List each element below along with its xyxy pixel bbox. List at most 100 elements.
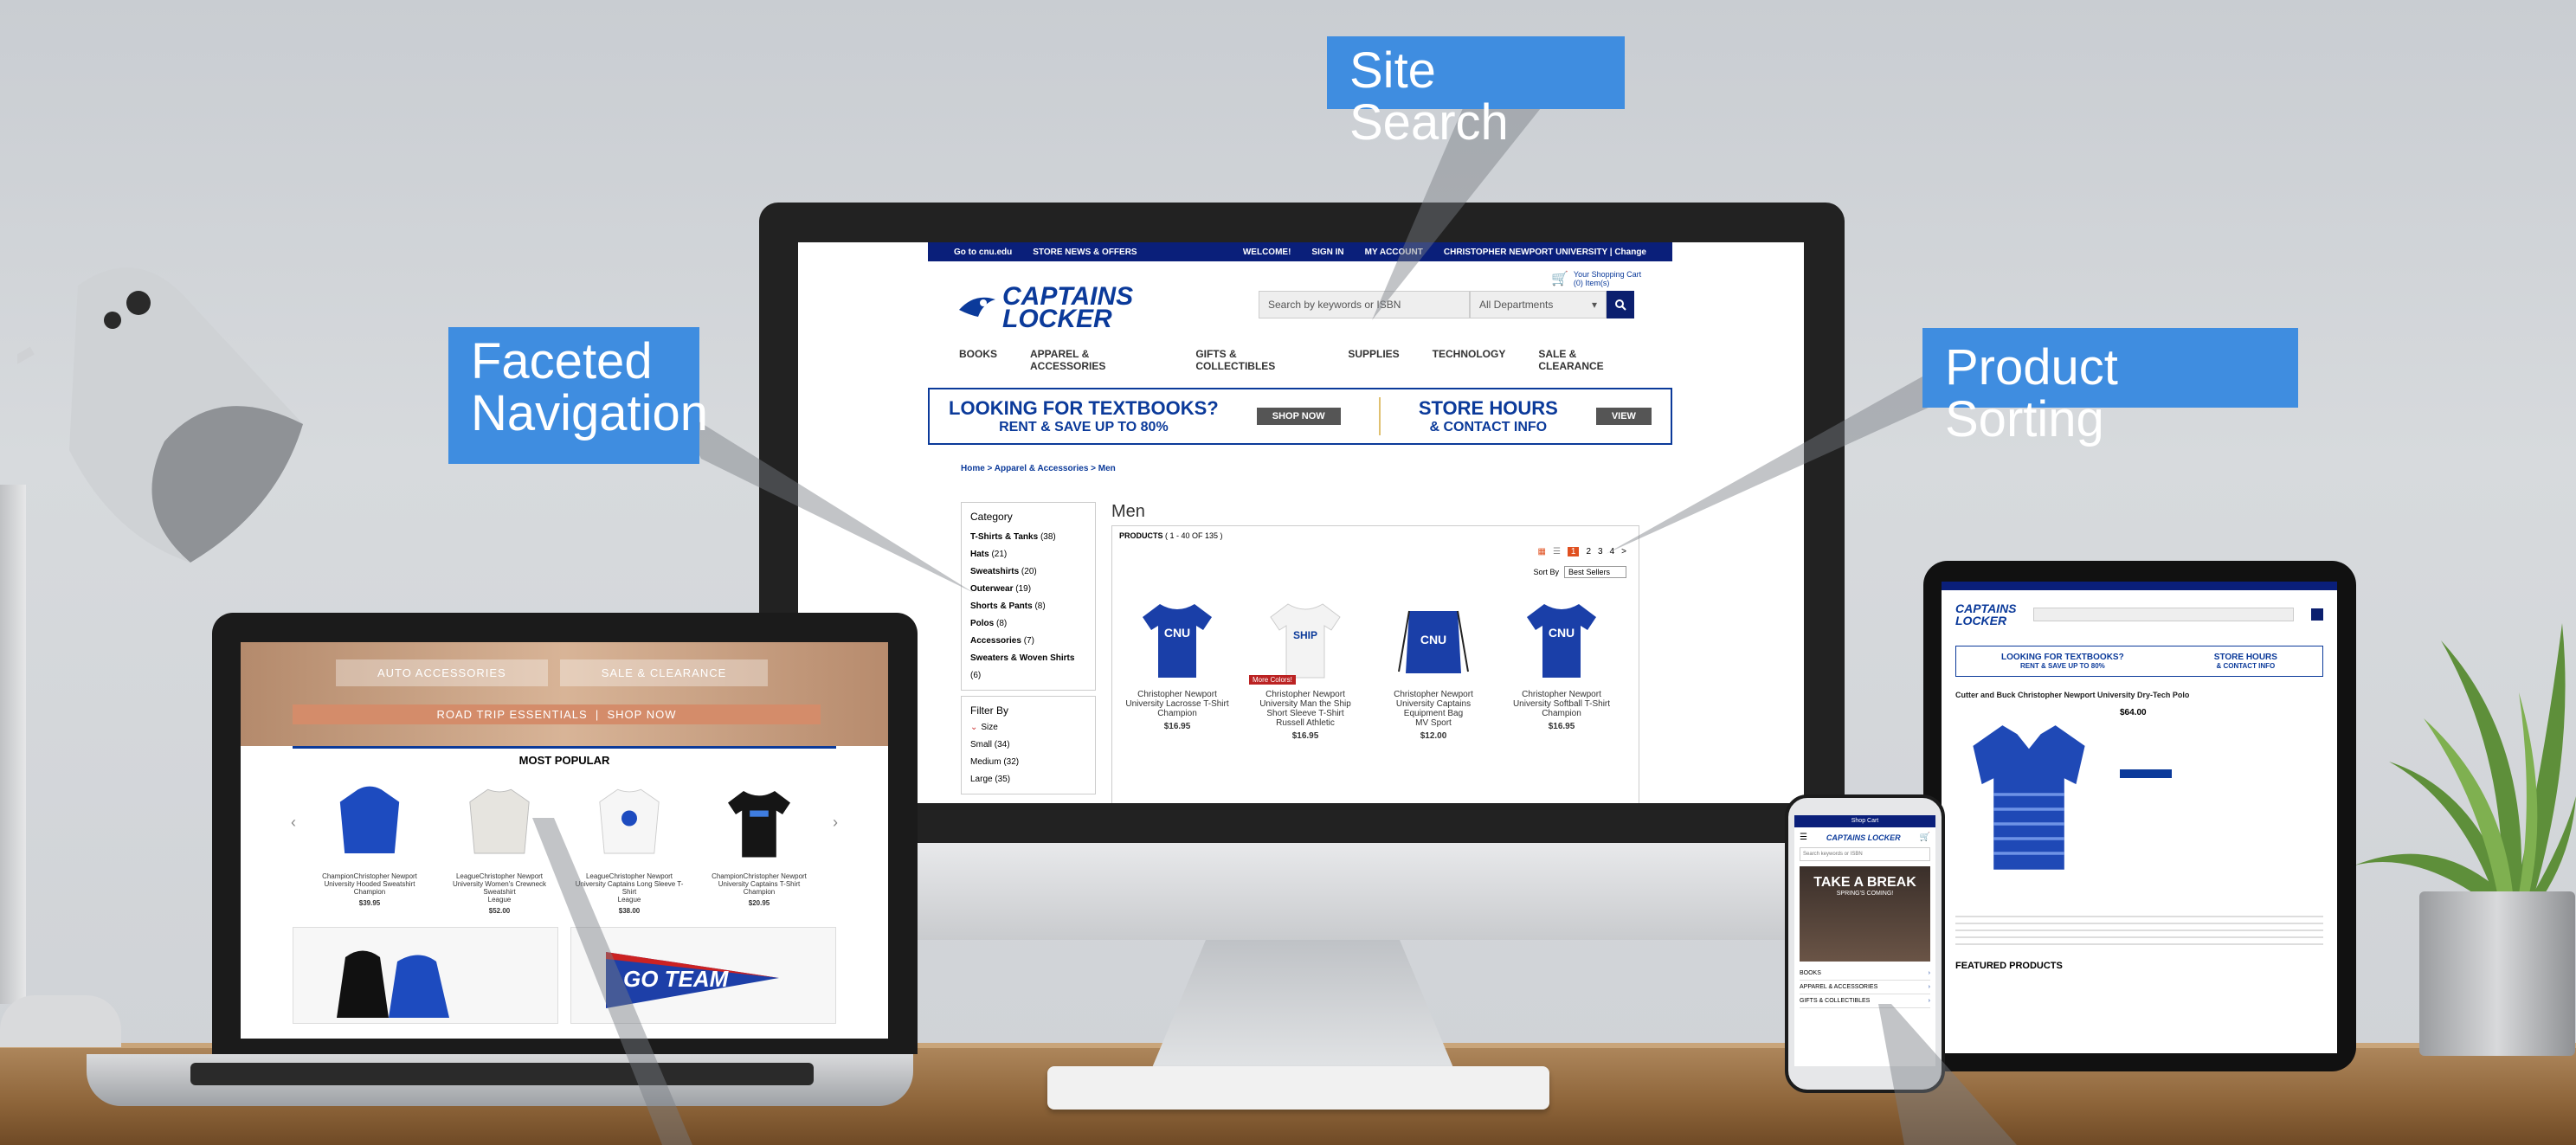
- chevron-right-icon[interactable]: ›: [833, 814, 838, 832]
- chevron-right-icon: ›: [1928, 984, 1930, 990]
- chevron-left-icon[interactable]: ‹: [291, 814, 296, 832]
- phone-search-input[interactable]: Search keywords or ISBN: [1800, 847, 1930, 861]
- product-brand: Champion: [743, 888, 776, 896]
- product-card[interactable]: CNU Christopher Newport University Softb…: [1505, 595, 1618, 741]
- page-3[interactable]: 3: [1598, 547, 1603, 556]
- tablet-logo[interactable]: CAPTAINS LOCKER: [1955, 602, 2017, 627]
- size-toggle[interactable]: ⌄ Size: [970, 719, 1086, 737]
- facet-item[interactable]: Outerwear (19): [970, 581, 1086, 598]
- auto-accessories-pill[interactable]: AUTO ACCESSORIES: [336, 659, 548, 686]
- grid-view-icon[interactable]: ▦: [1537, 547, 1545, 556]
- phone-hero[interactable]: TAKE A BREAK SPRING'S COMING!: [1800, 866, 1930, 962]
- phone-header: ☰ CAPTAINS LOCKER 🛒: [1794, 827, 1935, 847]
- nav-books[interactable]: BOOKS: [959, 348, 997, 372]
- phone-menu-item[interactable]: APPAREL & ACCESSORIES ›: [1800, 981, 1930, 994]
- tablet-price: $64.00: [2120, 708, 2147, 717]
- nav-sale[interactable]: SALE & CLEARANCE: [1538, 348, 1641, 372]
- product-price: $16.95: [1163, 722, 1191, 731]
- product-name: LeagueChristopher Newport University Wom…: [452, 872, 547, 896]
- breadcrumb[interactable]: Home > Apparel & Accessories > Men: [928, 445, 1672, 480]
- facet-item[interactable]: Polos (8): [970, 615, 1086, 633]
- popular-item[interactable]: LeagueChristopher Newport University Cap…: [573, 779, 686, 915]
- cart-icon[interactable]: 🛒: [1920, 833, 1930, 842]
- list-view-icon[interactable]: ☰: [1553, 547, 1561, 556]
- product-grid: CNU Christopher Newport University Lacro…: [1121, 595, 1618, 741]
- sort-select[interactable]: Best Sellers: [1563, 566, 1626, 578]
- menu-icon[interactable]: ☰: [1800, 833, 1807, 842]
- product-sorting-callout: Product Sorting: [1922, 328, 2298, 446]
- facet-name: Sweatshirts: [970, 567, 1020, 576]
- popular-item[interactable]: ChampionChristopher Newport University C…: [703, 779, 815, 907]
- product-brand: Russell Athletic: [1276, 718, 1335, 728]
- phone-logo[interactable]: CAPTAINS LOCKER: [1826, 833, 1901, 842]
- product-card[interactable]: CNU Christopher Newport University Lacro…: [1121, 595, 1233, 741]
- product-panel: PRODUCTS ( 1 - 40 OF 135 ) ▦ ☰ 1 2 3 4 >…: [1111, 525, 1639, 803]
- monitor-stand: [1151, 940, 1454, 1070]
- sort-control: Sort By Best Sellers: [1533, 566, 1626, 578]
- textbooks-promo[interactable]: LOOKING FOR TEXTBOOKS? RENT & SAVE UP TO…: [949, 397, 1219, 435]
- popular-item[interactable]: LeagueChristopher Newport University Wom…: [443, 779, 556, 915]
- tablet-hours-title: STORE HOURS: [2213, 653, 2277, 662]
- facet-item[interactable]: Hats (21): [970, 546, 1086, 563]
- phone-hero-title: TAKE A BREAK: [1813, 875, 1916, 890]
- shop-now-link: SHOP NOW: [607, 708, 677, 721]
- link-store-news[interactable]: STORE NEWS & OFFERS: [1033, 248, 1137, 257]
- department-select[interactable]: All Departments ▾: [1470, 291, 1607, 318]
- shop-now-button[interactable]: SHOP NOW: [1256, 408, 1341, 425]
- nav-supplies[interactable]: SUPPLIES: [1348, 348, 1399, 372]
- product-name: Christopher Newport University Captains …: [1394, 690, 1473, 718]
- tablet-description: [1955, 916, 2323, 950]
- size-option[interactable]: Small (34): [970, 737, 1086, 754]
- nav-apparel[interactable]: APPAREL & ACCESSORIES: [1030, 348, 1162, 372]
- product-brand: Champion: [353, 888, 386, 896]
- size-option[interactable]: Medium (32): [970, 754, 1086, 771]
- nav-technology[interactable]: TECHNOLOGY: [1433, 348, 1506, 372]
- search-button[interactable]: [1607, 291, 1634, 318]
- add-to-cart-button[interactable]: [2120, 769, 2172, 778]
- page-2[interactable]: 2: [1586, 547, 1591, 556]
- road-trip-strip[interactable]: ROAD TRIP ESSENTIALS | SHOP NOW: [293, 704, 821, 724]
- product-name: Christopher Newport University Softball …: [1512, 690, 1611, 709]
- tablet-search-input[interactable]: [2033, 608, 2294, 621]
- size-option[interactable]: Large (35): [970, 771, 1086, 788]
- site-logo[interactable]: CAPTAINS LOCKER: [957, 284, 1133, 332]
- facet-name: Outerwear: [970, 584, 1014, 594]
- page-next[interactable]: >: [1621, 547, 1626, 556]
- facet-item[interactable]: Sweaters & Woven Shirts (6): [970, 650, 1086, 685]
- phone-menu-item[interactable]: BOOKS ›: [1800, 967, 1930, 981]
- pennant-tile[interactable]: GO TEAM: [570, 927, 836, 1024]
- page-4[interactable]: 4: [1610, 547, 1615, 556]
- product-price: $20.95: [748, 899, 770, 907]
- size-heading: Size: [981, 723, 998, 732]
- school-selector[interactable]: CHRISTOPHER NEWPORT UNIVERSITY | Change: [1444, 248, 1646, 257]
- facet-item[interactable]: Sweatshirts (20): [970, 563, 1086, 581]
- my-account-link[interactable]: MY ACCOUNT: [1365, 248, 1423, 257]
- view-button[interactable]: VIEW: [1595, 408, 1652, 425]
- facet-count: (20): [1021, 567, 1037, 576]
- facet-item[interactable]: Accessories (7): [970, 633, 1086, 650]
- product-brand: Champion: [1542, 709, 1581, 718]
- product-card[interactable]: SHIP More Colors! Christopher Newport Un…: [1249, 595, 1362, 741]
- phone-menu-item[interactable]: GIFTS & COLLECTIBLES ›: [1800, 994, 1930, 1008]
- hours-promo[interactable]: STORE HOURS & CONTACT INFO: [1419, 397, 1558, 435]
- page-1[interactable]: 1: [1567, 547, 1580, 556]
- tshirt-icon: CNU: [1527, 604, 1596, 678]
- cart-link[interactable]: 🛒 Your Shopping Cart (0) Item(s): [1551, 270, 1641, 287]
- tablet-banner[interactable]: LOOKING FOR TEXTBOOKS? RENT & SAVE UP TO…: [1955, 646, 2323, 677]
- tablet-search-button[interactable]: [2311, 608, 2323, 621]
- long-sleeve-icon: [599, 788, 660, 854]
- facet-item[interactable]: Shorts & Pants (8): [970, 598, 1086, 615]
- sale-clearance-pill[interactable]: SALE & CLEARANCE: [559, 659, 769, 686]
- sign-in-link[interactable]: SIGN IN: [1311, 248, 1343, 257]
- polo-shirt-icon: [1973, 725, 2085, 870]
- facet-item[interactable]: T-Shirts & Tanks (38): [970, 529, 1086, 546]
- product-name: ChampionChristopher Newport University C…: [712, 872, 807, 888]
- popular-item[interactable]: ChampionChristopher Newport University H…: [313, 779, 426, 907]
- product-card[interactable]: CNU Christopher Newport University Capta…: [1377, 595, 1490, 741]
- desk-lamp-icon: [17, 267, 303, 563]
- phone-cart-bar[interactable]: Shop Cart: [1794, 815, 1935, 827]
- link-cnu[interactable]: Go to cnu.edu: [954, 248, 1012, 257]
- apparel-tile[interactable]: [293, 927, 558, 1024]
- search-input[interactable]: Search by keywords or ISBN: [1259, 291, 1470, 318]
- nav-gifts[interactable]: GIFTS & COLLECTIBLES: [1195, 348, 1315, 372]
